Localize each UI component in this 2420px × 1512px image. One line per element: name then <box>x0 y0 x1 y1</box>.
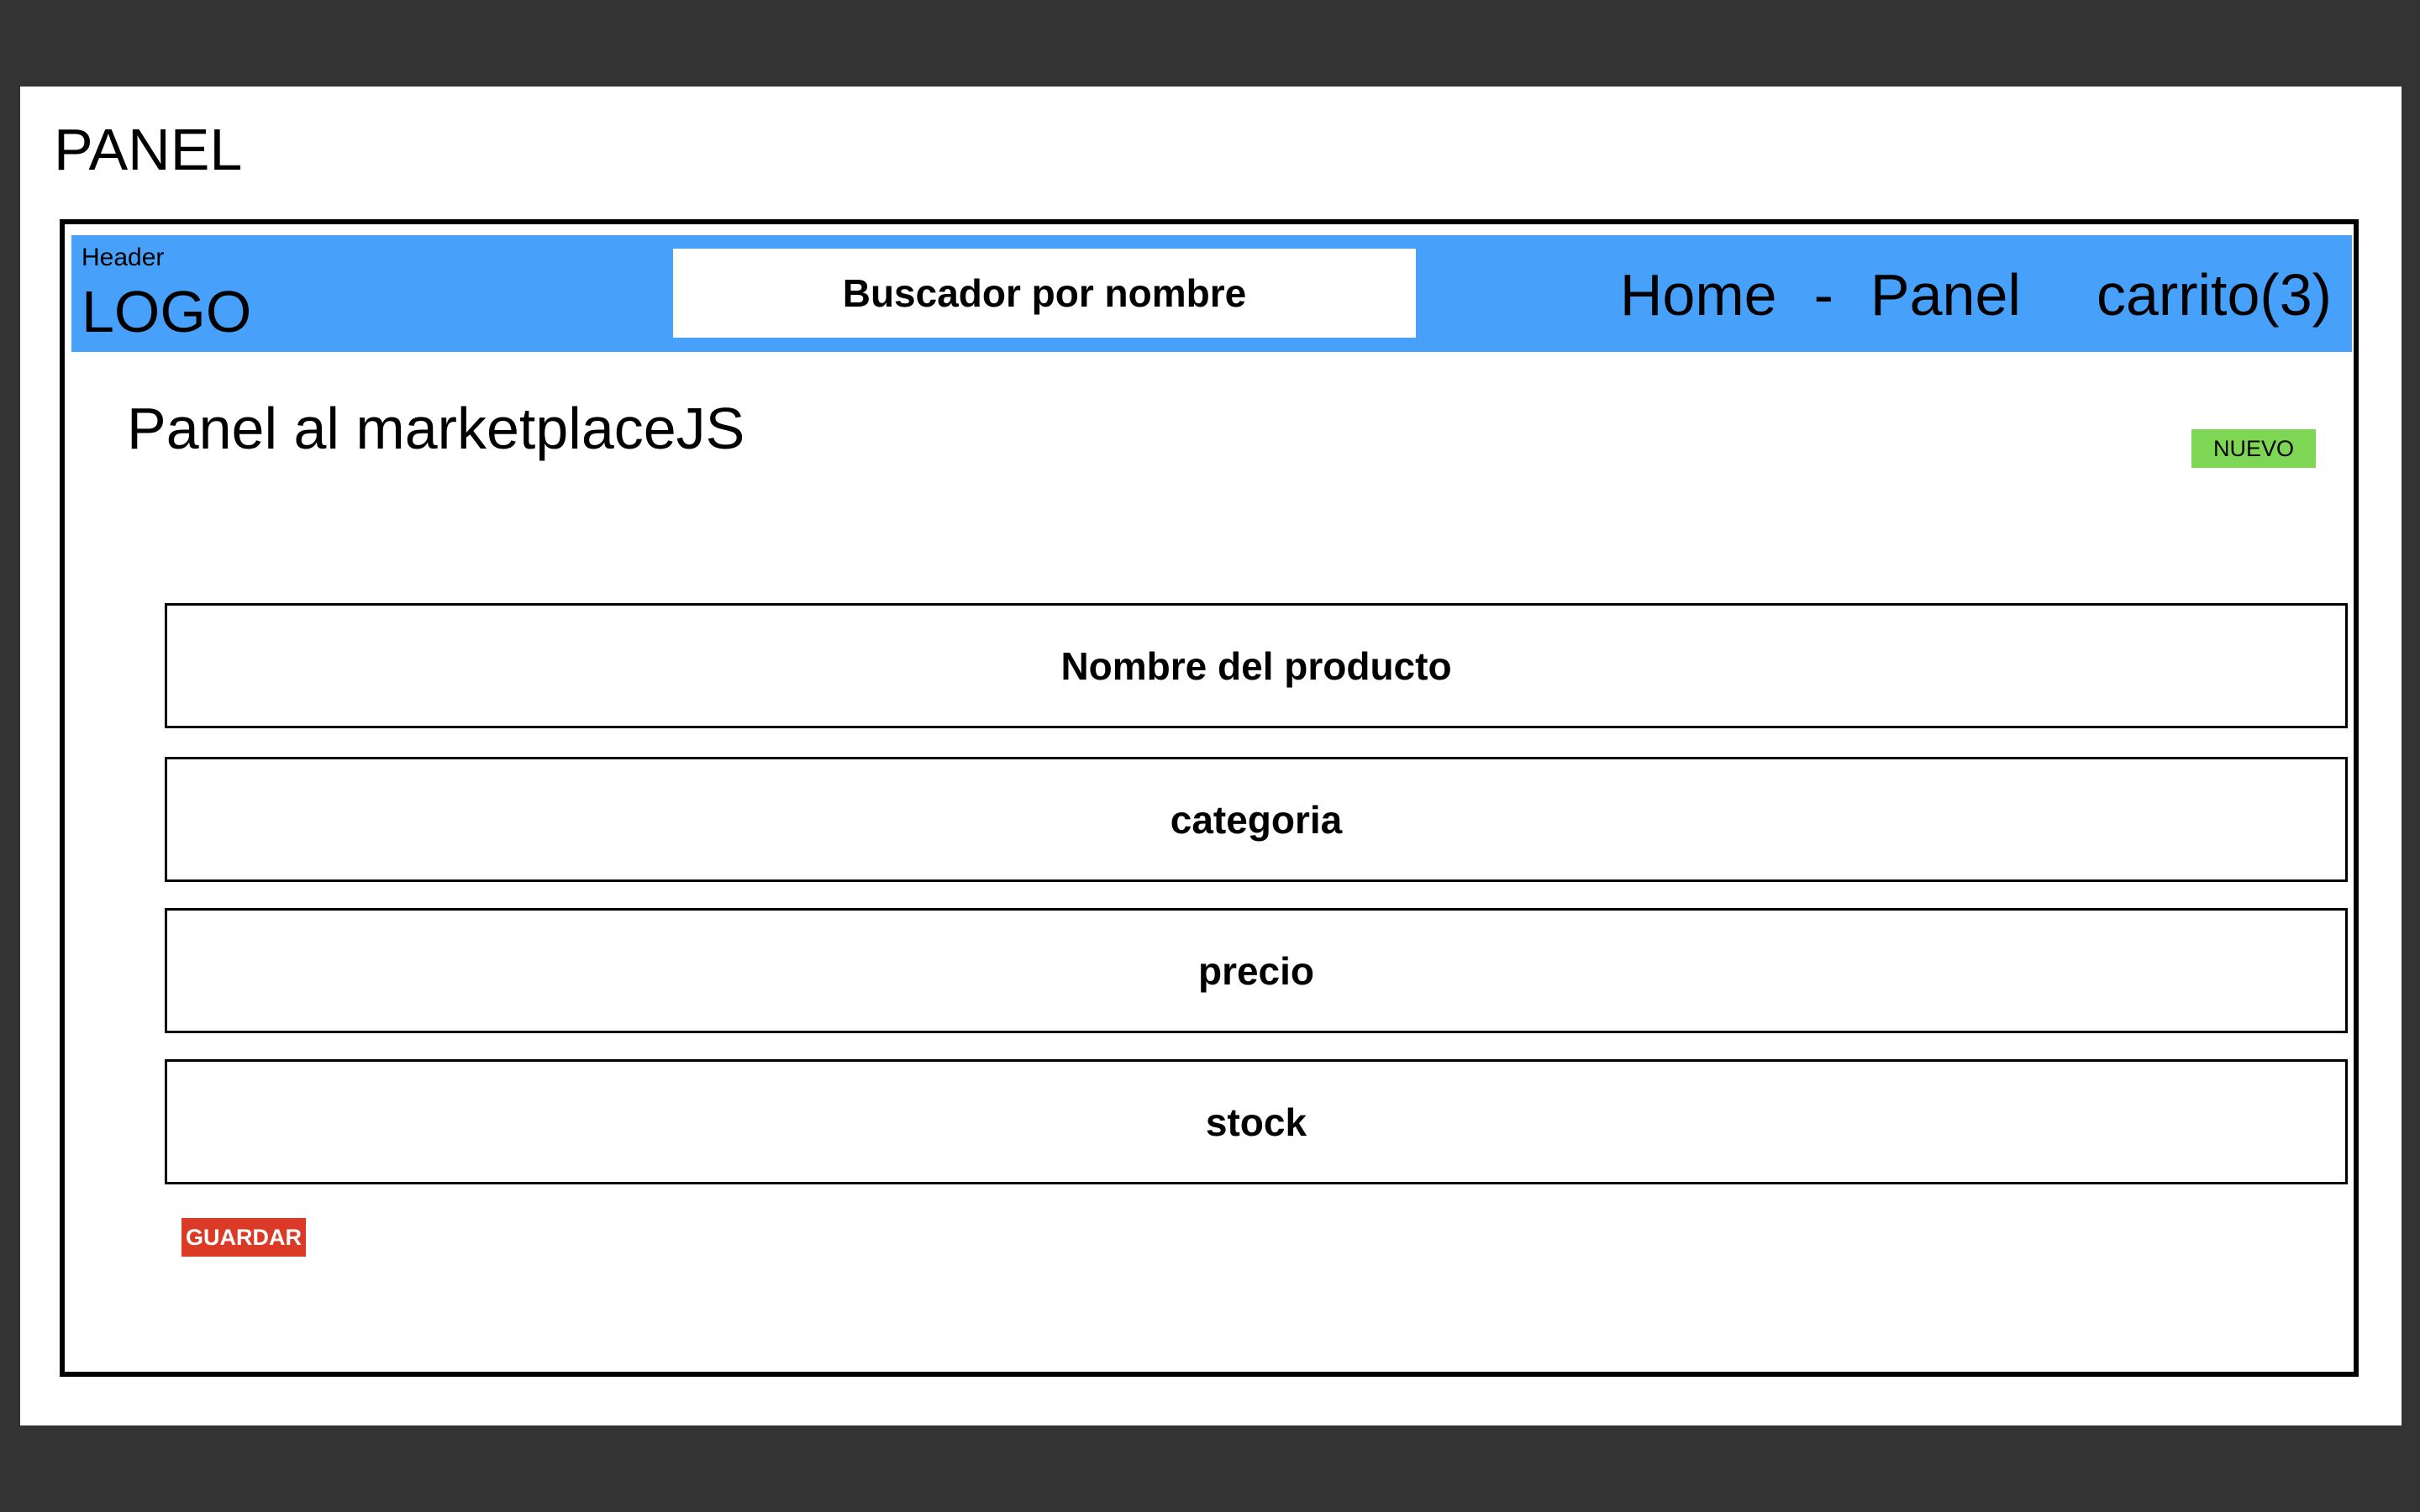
stock-field[interactable] <box>165 1059 2348 1184</box>
nav-home-link[interactable]: Home <box>1620 261 1777 328</box>
category-field[interactable] <box>165 757 2348 882</box>
artboard: PANEL Header LOGO Home - Panel carrito(3… <box>20 87 2402 1425</box>
page-title: Panel al marketplaceJS <box>127 396 745 461</box>
page-frame: Header LOGO Home - Panel carrito(3) Pane… <box>60 219 2359 1377</box>
logo[interactable]: LOGO <box>82 277 251 346</box>
header-bar: Header LOGO Home - Panel carrito(3) <box>71 235 2352 352</box>
nav-cart-link[interactable]: carrito(3) <box>2096 261 2332 328</box>
nav-separator: - <box>1813 262 1833 328</box>
new-button[interactable]: NUEVO <box>2191 429 2316 468</box>
price-field[interactable] <box>165 908 2348 1033</box>
product-name-field[interactable] <box>165 603 2348 728</box>
board-title: PANEL <box>54 117 243 182</box>
nav-menu: Home - Panel carrito(3) <box>1620 257 2332 333</box>
nav-panel-link[interactable]: Panel <box>1870 261 2021 328</box>
save-button[interactable]: GUARDAR <box>182 1218 306 1257</box>
search-input[interactable] <box>673 249 1416 338</box>
header-caption: Header <box>82 244 165 271</box>
